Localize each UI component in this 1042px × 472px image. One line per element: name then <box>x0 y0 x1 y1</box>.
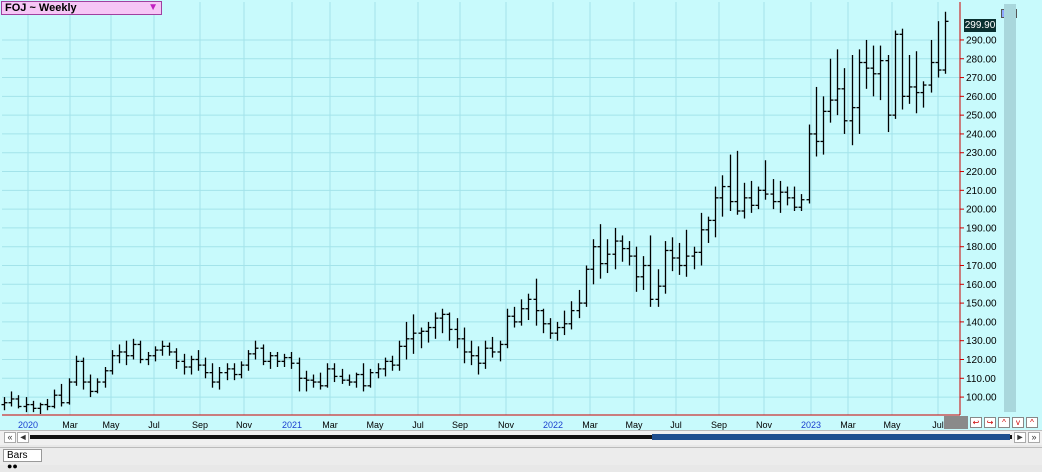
x-tick-label: Mar <box>582 420 598 430</box>
nav-end-icon[interactable]: ↪ <box>984 417 996 428</box>
y-tick-label: 170.00 <box>966 261 997 272</box>
time-axis-end-marker <box>944 416 968 429</box>
symbol-selector[interactable]: FOJ ~ Weekly ▼ <box>1 1 162 15</box>
y-tick-label: 140.00 <box>966 317 997 328</box>
y-tick-label: 100.00 <box>966 393 997 404</box>
y-tick-label: 150.00 <box>966 299 997 310</box>
status-bar <box>0 447 1042 465</box>
x-tick-label: May <box>625 420 643 430</box>
x-tick-label: Sep <box>192 420 208 430</box>
x-tick-label: Jul <box>412 420 424 430</box>
y-tick-label: 210.00 <box>966 186 997 197</box>
nav-home-icon[interactable]: ↩ <box>970 417 982 428</box>
scroll-next-button[interactable]: ► <box>1014 432 1026 443</box>
last-price-tag: 299.90 <box>964 19 996 32</box>
y-tick-label: 260.00 <box>966 92 997 103</box>
x-tick-label: Nov <box>498 420 515 430</box>
x-tick-label: Mar <box>840 420 856 430</box>
x-tick-label: 2022 <box>543 420 563 430</box>
x-tick-label: May <box>366 420 384 430</box>
y-tick-label: 240.00 <box>966 129 997 140</box>
y-tick-label: 190.00 <box>966 223 997 234</box>
x-tick-label: 2020 <box>18 420 38 430</box>
chart-area: 100.00 110.00 120.00 130.00 140.00 150.00 160.… <box>0 0 1042 432</box>
symbol-label: FOJ ~ Weekly <box>5 2 77 14</box>
bars-tab-label: Bars <box>7 450 28 461</box>
x-tick-label: Jul <box>932 420 944 430</box>
x-tick-label: Nov <box>756 420 773 430</box>
price-chart: 100.00 110.00 120.00 130.00 140.00 150.00 160.… <box>0 0 1042 432</box>
y-tick-label: 270.00 <box>966 73 997 84</box>
y-tick-label: 230.00 <box>966 148 997 159</box>
x-tick-label: May <box>883 420 901 430</box>
x-tick-label: Jul <box>148 420 160 430</box>
bars-tab[interactable]: Bars ●● <box>3 449 42 471</box>
y-tick-label: 120.00 <box>966 355 997 366</box>
y-tick-label: 180.00 <box>966 242 997 253</box>
x-tick-label: Sep <box>452 420 468 430</box>
x-tick-label: Mar <box>62 420 78 430</box>
zoom-in-icon[interactable]: ^ <box>998 417 1010 428</box>
scroll-last-button[interactable]: » <box>1028 432 1040 443</box>
y-tick-label: 130.00 <box>966 336 997 347</box>
y-tick-label: 200.00 <box>966 205 997 216</box>
y-tick-label: 110.00 <box>966 374 996 385</box>
y-tick-label: 160.00 <box>966 280 997 291</box>
zoom-out-icon[interactable]: v <box>1012 417 1024 428</box>
y-tick-label: 280.00 <box>966 54 997 65</box>
x-tick-label: May <box>102 420 120 430</box>
x-tick-label: Nov <box>236 420 253 430</box>
x-tick-label: 2021 <box>282 420 302 430</box>
y-tick-label: 250.00 <box>966 111 997 122</box>
x-tick-label: Mar <box>322 420 338 430</box>
collapse-icon[interactable]: ^ <box>1026 417 1038 428</box>
x-tick-label: 2023 <box>801 420 821 430</box>
link-icon: ●● <box>7 461 18 471</box>
scroll-thumb[interactable] <box>652 434 1010 440</box>
scroll-prev-button[interactable]: ◄ <box>17 432 29 443</box>
price-scale-strip <box>1004 4 1016 412</box>
scroll-first-button[interactable]: « <box>4 432 16 443</box>
y-tick-label: 290.00 <box>966 35 997 46</box>
y-tick-label: 220.00 <box>966 167 997 178</box>
triangle-down-icon[interactable]: ▼ <box>148 2 158 14</box>
x-tick-label: Jul <box>670 420 682 430</box>
x-tick-label: Sep <box>711 420 727 430</box>
